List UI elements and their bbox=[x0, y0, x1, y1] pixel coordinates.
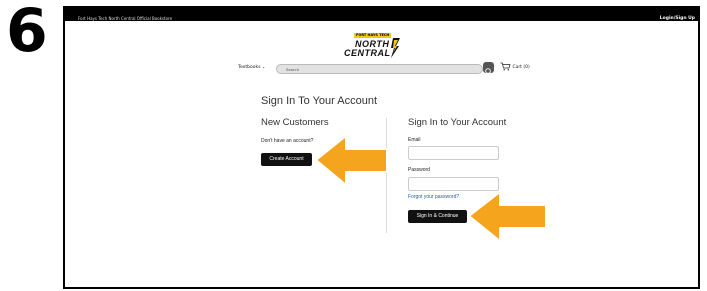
store-logo[interactable]: FORT HAYS TECH NORTH CENTRAL bbox=[340, 33, 400, 61]
new-customers-heading: New Customers bbox=[261, 117, 329, 128]
login-signup-link[interactable]: Login/Sign Up bbox=[660, 16, 695, 21]
search-icon bbox=[485, 68, 492, 75]
arrow-pointer-icon bbox=[315, 135, 388, 186]
email-label: Email bbox=[408, 137, 421, 143]
password-label: Password bbox=[408, 167, 430, 173]
cart-icon bbox=[500, 62, 511, 71]
search-input[interactable]: Search bbox=[276, 64, 483, 74]
page-title: Sign In To Your Account bbox=[261, 95, 377, 107]
cart-label: Cart (0) bbox=[512, 65, 530, 70]
step-number: 6 bbox=[6, 0, 48, 66]
logo-mascot-icon bbox=[391, 38, 400, 58]
no-account-prompt: Don't have an account? bbox=[261, 138, 314, 144]
search-button[interactable] bbox=[483, 62, 494, 75]
chevron-down-icon: ⌄ bbox=[261, 64, 266, 69]
arrow-pointer-icon bbox=[468, 191, 547, 242]
logo-tag: FORT HAYS TECH bbox=[354, 33, 392, 38]
create-account-button[interactable]: Create Account bbox=[261, 153, 312, 166]
sign-in-heading: Sign In to Your Account bbox=[408, 117, 507, 128]
topbar-title: Fort Hays Tech North Central Official Bo… bbox=[78, 16, 173, 21]
textbooks-dropdown[interactable]: Textbooks ⌄ bbox=[238, 64, 265, 70]
password-field[interactable] bbox=[408, 177, 499, 191]
forgot-password-link[interactable]: Forgot your password? bbox=[408, 194, 459, 200]
search-placeholder: Search bbox=[286, 66, 300, 72]
sign-in-continue-button[interactable]: Sign In & Continue bbox=[408, 210, 467, 223]
textbooks-label: Textbooks bbox=[238, 65, 261, 70]
logo-line2: CENTRAL bbox=[344, 48, 391, 58]
email-field[interactable] bbox=[408, 146, 499, 160]
cart-link[interactable]: Cart (0) bbox=[500, 62, 530, 71]
